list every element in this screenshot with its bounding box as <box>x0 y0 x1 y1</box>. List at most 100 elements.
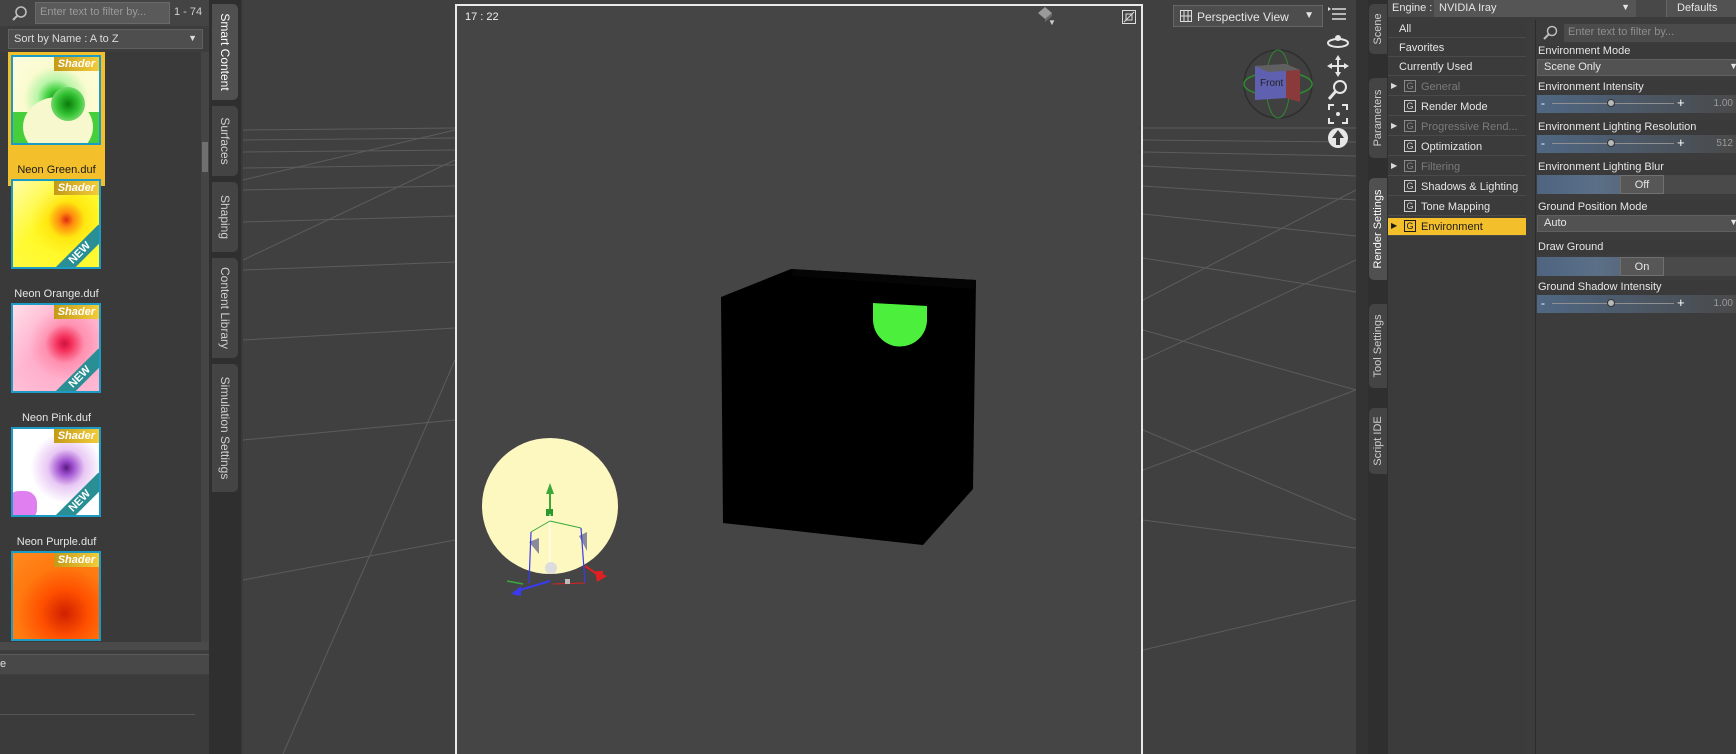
property-filter-row: Enter text to filter by... <box>1536 22 1736 44</box>
property-filter-input[interactable]: Enter text to filter by... <box>1564 24 1736 42</box>
slider-value[interactable]: 1.00 <box>1714 298 1733 309</box>
tab-tool-settings[interactable]: Tool Settings <box>1369 304 1387 388</box>
search-icon[interactable] <box>1542 24 1560 42</box>
shader-badge: Shader <box>53 429 99 443</box>
group-tone-mapping[interactable]: G Tone Mapping <box>1388 198 1526 216</box>
increment-button[interactable]: + <box>1677 135 1685 150</box>
slider-handle[interactable] <box>1607 299 1615 307</box>
environment-lighting-blur-toggle[interactable]: Off <box>1537 175 1736 194</box>
category-favorites[interactable]: Favorites <box>1388 39 1526 57</box>
slider-handle[interactable] <box>1607 139 1615 147</box>
render-frame: 17 : 22 <box>455 4 1143 754</box>
property-label: Ground Shadow Intensity <box>1536 280 1736 295</box>
tab-label: Parameters <box>1372 89 1384 147</box>
content-scrollbar[interactable] <box>201 52 209 642</box>
menu-icon[interactable] <box>1328 6 1348 22</box>
sort-dropdown[interactable]: Sort by Name : A to Z ▼ <box>8 29 203 49</box>
group-label: Optimization <box>1421 141 1483 153</box>
environment-intensity-slider[interactable]: - + 1.00 <box>1537 95 1736 113</box>
toggle-track <box>1664 175 1736 194</box>
increment-button[interactable]: + <box>1677 295 1685 310</box>
decrement-button[interactable]: - <box>1541 96 1545 110</box>
content-filter-input[interactable]: Enter text to filter by... <box>35 2 170 24</box>
tab-surfaces[interactable]: Surfaces <box>212 106 238 176</box>
increment-button[interactable]: + <box>1677 95 1685 110</box>
draw-ground-toggle[interactable]: On <box>1537 257 1736 276</box>
content-item[interactable]: Shader Neon Green.duf <box>8 52 105 186</box>
tab-label: Surfaces <box>218 117 232 165</box>
group-shadows-lighting[interactable]: G Shadows & Lighting <box>1388 178 1526 196</box>
toggle-button[interactable]: On <box>1620 257 1664 276</box>
category-all[interactable]: All <box>1388 20 1526 38</box>
group-icon: G <box>1404 120 1416 132</box>
pan-icon[interactable] <box>1325 54 1351 78</box>
view-dropdown[interactable]: Perspective View ▼ <box>1173 5 1323 27</box>
decrement-button[interactable]: - <box>1541 136 1545 150</box>
splitter[interactable] <box>1356 0 1368 754</box>
tab-content-library[interactable]: Content Library <box>212 258 238 358</box>
expand-arrow-icon[interactable]: ▶ <box>1391 161 1397 170</box>
lower-pane <box>0 676 209 754</box>
group-label: Filtering <box>1421 161 1461 173</box>
search-icon[interactable] <box>10 4 30 24</box>
group-progressive-rendering[interactable]: ▶ G Progressive Rend... <box>1388 118 1526 136</box>
expand-arrow-icon[interactable]: ▶ <box>1391 81 1397 90</box>
defaults-button[interactable]: Defaults <box>1666 0 1736 17</box>
tab-label: Script IDE <box>1372 416 1384 466</box>
category-list: All Favorites Currently Used ▶ G General… <box>1388 20 1526 754</box>
slider-value[interactable]: 512 <box>1716 138 1733 149</box>
orbit-icon[interactable] <box>1325 30 1351 54</box>
zoom-icon[interactable] <box>1325 78 1351 102</box>
slider-handle[interactable] <box>1607 99 1615 107</box>
content-item[interactable]: Shader NEW Neon Purple.duf <box>8 424 105 558</box>
group-general[interactable]: ▶ G General <box>1388 78 1526 96</box>
tab-script-ide[interactable]: Script IDE <box>1369 408 1387 474</box>
up-icon[interactable] <box>1325 126 1351 150</box>
tab-smart-content[interactable]: Smart Content <box>212 4 238 100</box>
toggle-button[interactable]: Off <box>1620 175 1664 194</box>
sphere-object[interactable] <box>482 438 618 596</box>
group-label: General <box>1421 81 1461 93</box>
group-environment[interactable]: ▶ G Environment <box>1388 218 1526 236</box>
result-count: 1 - 74 <box>174 6 203 18</box>
tab-parameters[interactable]: Parameters <box>1369 78 1387 158</box>
group-icon: G <box>1404 80 1416 92</box>
tab-simulation-settings[interactable]: Simulation Settings <box>212 364 238 492</box>
expand-arrow-icon[interactable]: ▶ <box>1391 121 1397 130</box>
content-item[interactable]: Shader NEW Neon Orange.duf <box>8 176 105 310</box>
group-optimization[interactable]: G Optimization <box>1388 138 1526 156</box>
tab-render-settings[interactable]: Render Settings <box>1369 178 1387 280</box>
tab-shaping[interactable]: Shaping <box>212 182 238 252</box>
lower-pane-tab[interactable]: e <box>0 654 209 674</box>
ground-position-mode-dropdown[interactable]: Auto ▼ <box>1537 215 1736 232</box>
group-render-mode[interactable]: G Render Mode <box>1388 98 1526 116</box>
frame-icon[interactable] <box>1325 102 1351 126</box>
navigation-cube[interactable]: Front <box>1238 44 1318 124</box>
chevron-down-icon: ▼ <box>1729 61 1736 71</box>
engine-dropdown[interactable]: NVIDIA Iray ▼ <box>1434 0 1636 17</box>
content-item-label: Neon Green.duf <box>17 164 96 176</box>
content-filter-row: Enter text to filter by... 1 - 74 <box>0 0 209 26</box>
environment-mode-dropdown[interactable]: Scene Only ▼ <box>1537 59 1736 76</box>
content-item[interactable]: Shader <box>8 548 105 642</box>
group-icon: G <box>1404 140 1416 152</box>
group-label: Tone Mapping <box>1421 201 1491 213</box>
environment-lighting-resolution-slider[interactable]: - + 512 <box>1537 135 1736 153</box>
content-hscrollbar[interactable] <box>0 642 209 650</box>
3d-viewport[interactable]: 17 : 22 ▼ Perspective View ▼ Front <box>243 0 1356 754</box>
ground-shadow-intensity-slider[interactable]: - + 1.00 <box>1537 295 1736 313</box>
decrement-button[interactable]: - <box>1541 296 1545 310</box>
slider-value[interactable]: 1.00 <box>1714 98 1733 109</box>
group-filtering[interactable]: ▶ G Filtering <box>1388 158 1526 176</box>
content-item-label: Neon Pink.duf <box>21 412 92 424</box>
dropdown-value: Auto <box>1544 217 1567 229</box>
content-item[interactable]: Shader NEW Neon Pink.duf <box>8 300 105 434</box>
cube-object[interactable] <box>721 269 976 545</box>
tab-scene[interactable]: Scene <box>1369 4 1387 54</box>
expand-arrow-icon[interactable]: ▶ <box>1391 221 1397 230</box>
category-currently-used[interactable]: Currently Used <box>1388 58 1526 76</box>
chevron-down-icon[interactable]: ▼ <box>1048 18 1058 28</box>
scrollbar-thumb[interactable] <box>202 142 208 172</box>
shader-thumbnail: Shader NEW <box>11 427 101 517</box>
chevron-down-icon: ▼ <box>1304 10 1314 21</box>
